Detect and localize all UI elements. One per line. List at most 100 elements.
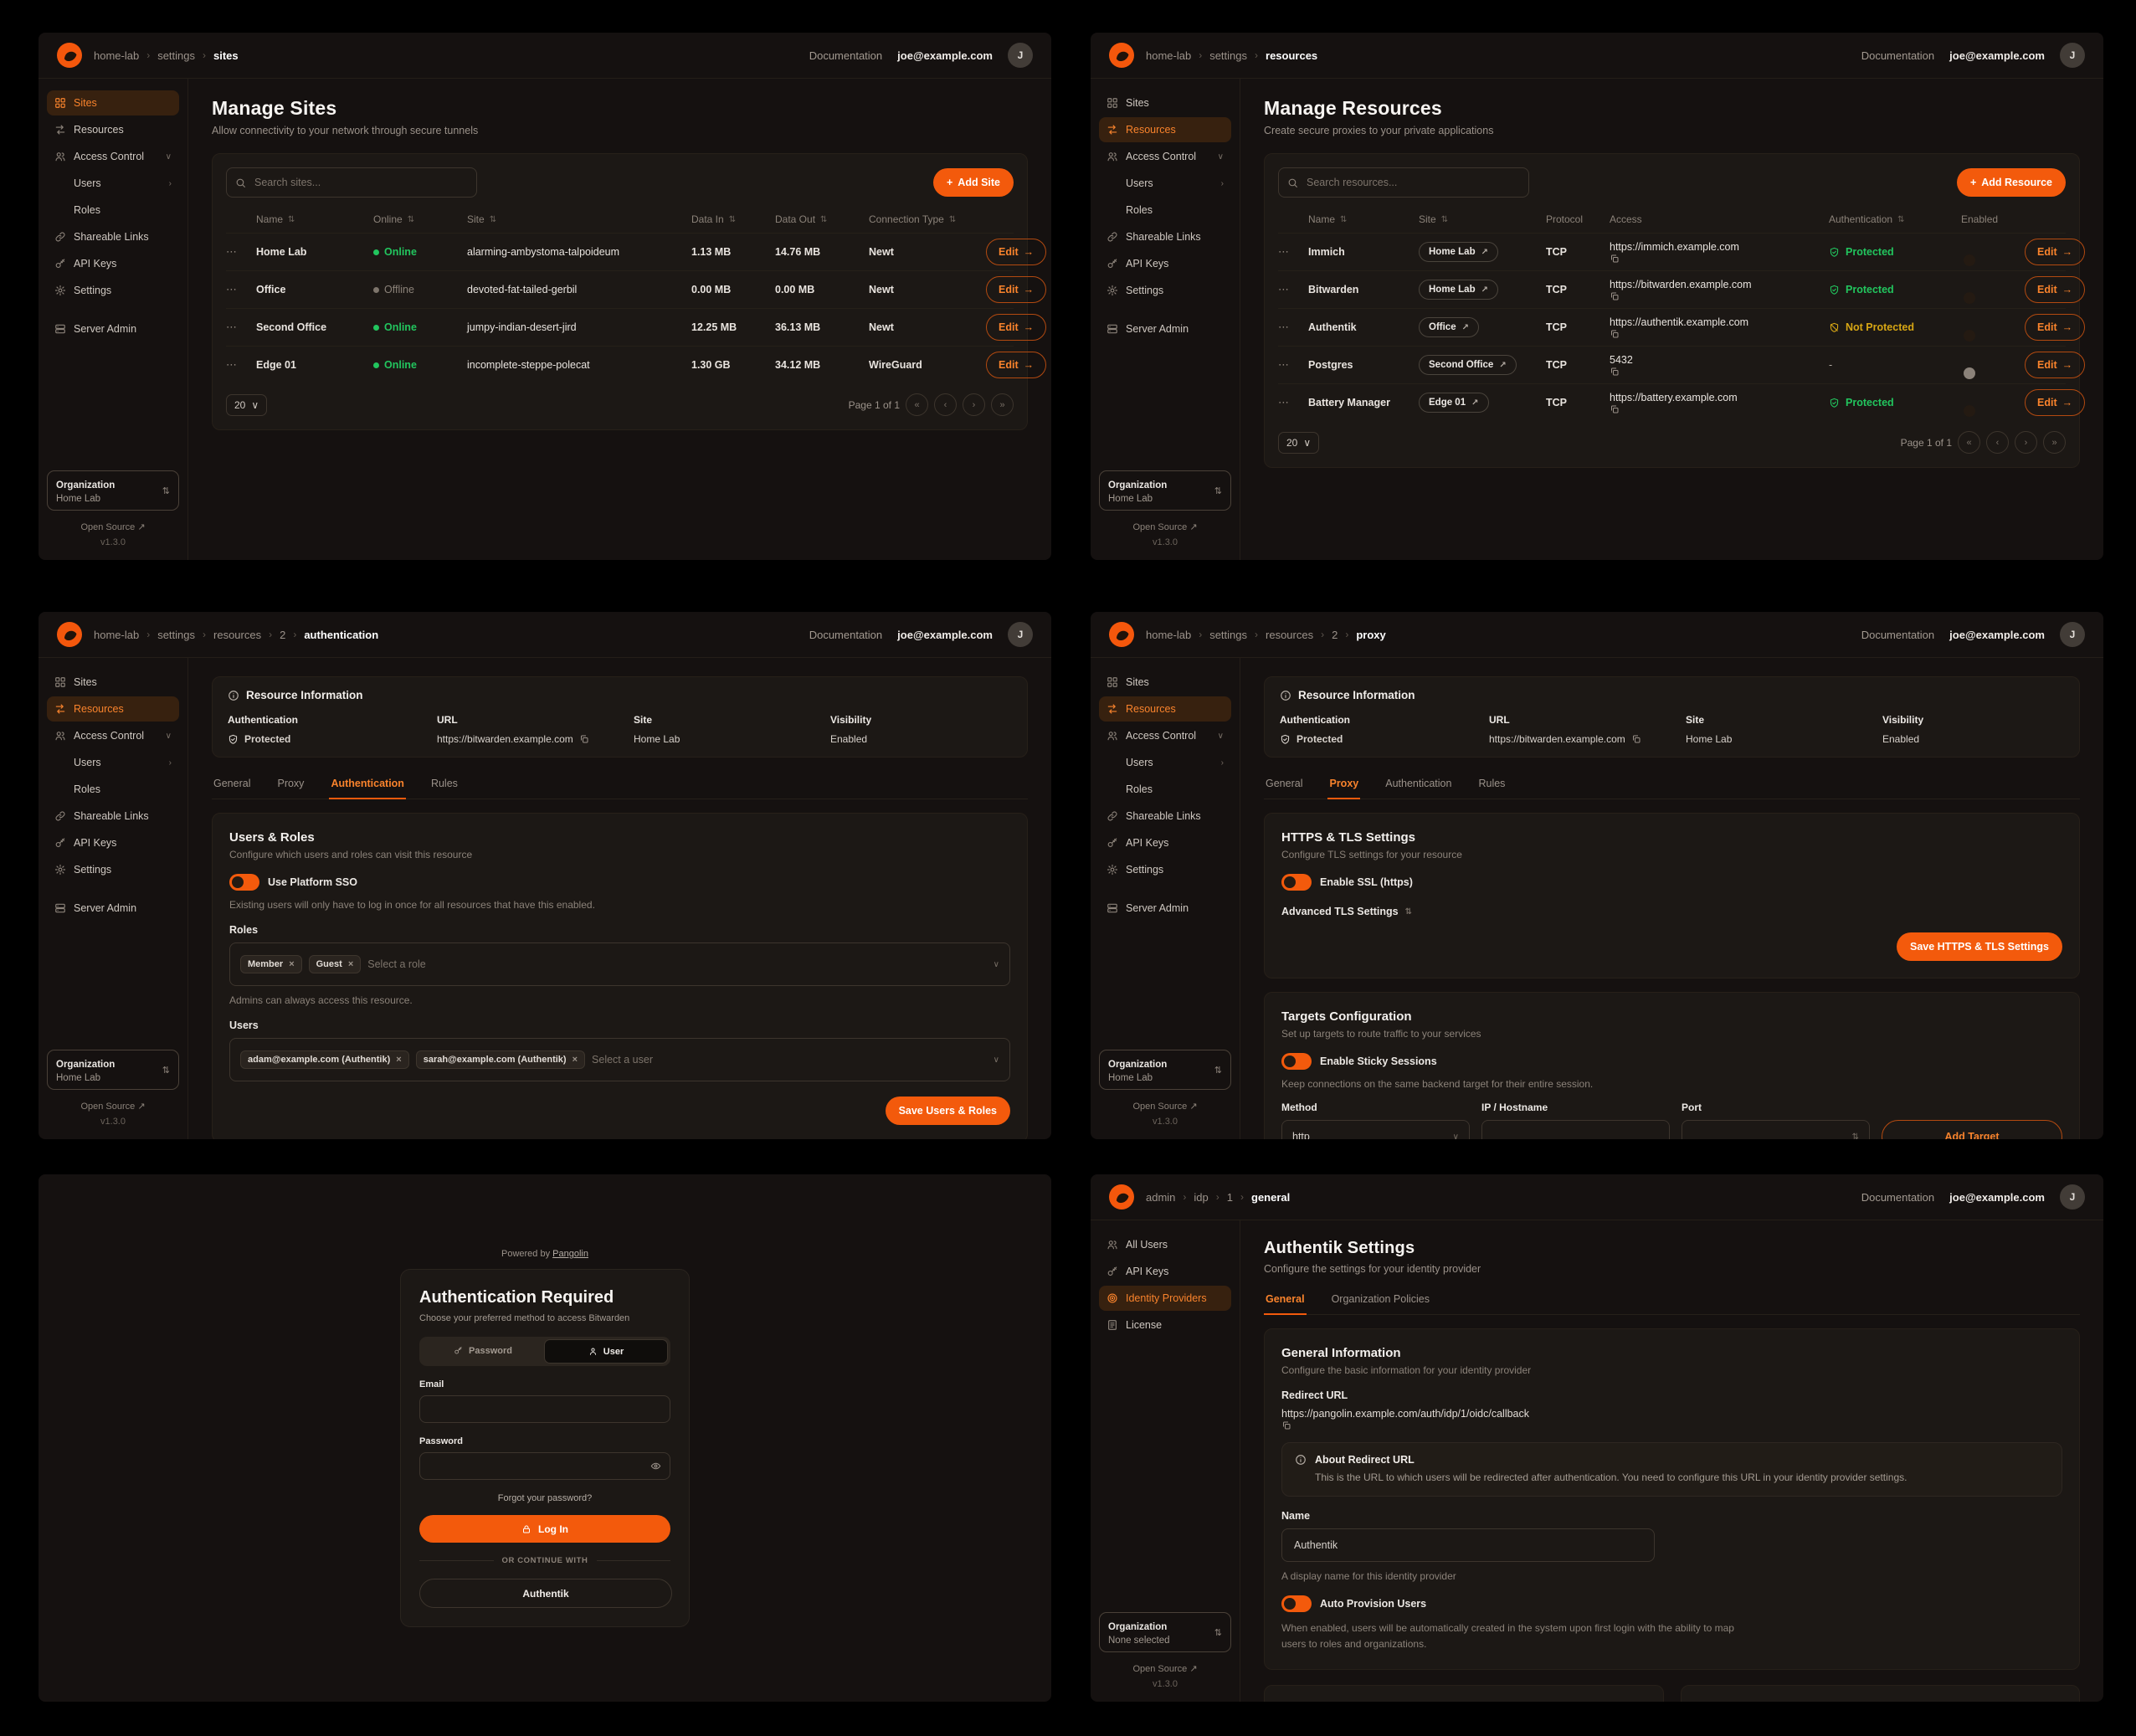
tab-password[interactable]: Password: [422, 1339, 544, 1362]
sidebar-item-roles[interactable]: Roles: [47, 777, 179, 802]
user-email[interactable]: joe@example.com: [897, 629, 993, 641]
org-selector[interactable]: OrganizationHome Lab ⇅: [1099, 1050, 1231, 1090]
col-enabled[interactable]: Enabled: [1961, 213, 2025, 225]
breadcrumb-item[interactable]: admin: [1146, 1191, 1175, 1204]
sidebar-item-roles[interactable]: Roles: [47, 198, 179, 223]
user-email[interactable]: joe@example.com: [1949, 49, 2045, 62]
breadcrumb-item[interactable]: home-lab: [94, 49, 139, 62]
sidebar-item-roles[interactable]: Roles: [1099, 198, 1231, 223]
user-email[interactable]: joe@example.com: [1949, 629, 2045, 641]
row-menu-button[interactable]: ⋯: [1278, 396, 1308, 409]
page-size-select[interactable]: 20∨: [226, 394, 267, 416]
sidebar-item-access-control[interactable]: Access Control∨: [47, 723, 179, 748]
authentik-sso-button[interactable]: Authentik: [419, 1579, 672, 1608]
tab-general[interactable]: General: [1264, 1287, 1307, 1315]
site-link-pill[interactable]: Office↗: [1419, 317, 1479, 337]
search-input[interactable]: [1305, 176, 1520, 189]
enable-ssl-toggle[interactable]: [1281, 874, 1312, 891]
copy-icon[interactable]: [1610, 404, 1829, 414]
breadcrumb-item[interactable]: home-lab: [1146, 629, 1191, 641]
save-users-roles-button[interactable]: Save Users & Roles: [886, 1097, 1010, 1125]
copy-icon[interactable]: [1610, 291, 1829, 301]
edit-button[interactable]: Edit→: [2025, 389, 2085, 416]
sidebar-item-server-admin[interactable]: Server Admin: [47, 316, 179, 342]
col-name[interactable]: Name⇅: [1308, 213, 1419, 225]
close-icon[interactable]: ×: [573, 1055, 578, 1065]
first-page-button[interactable]: «: [1958, 431, 1980, 454]
sidebar-item-settings[interactable]: Settings: [47, 278, 179, 303]
sidebar-item-users[interactable]: Users›: [47, 750, 179, 775]
role-chip[interactable]: Member×: [240, 955, 302, 973]
open-source-link[interactable]: Open Source ↗: [1099, 1101, 1231, 1112]
breadcrumb-item[interactable]: settings: [157, 49, 195, 62]
edit-button[interactable]: Edit→: [986, 314, 1046, 341]
sidebar-item-shareable-links[interactable]: Shareable Links: [1099, 224, 1231, 249]
sidebar-item-resources[interactable]: Resources: [1099, 117, 1231, 142]
sidebar-item-identity-providers[interactable]: Identity Providers: [1099, 1286, 1231, 1311]
close-icon[interactable]: ×: [289, 959, 294, 969]
next-page-button[interactable]: ›: [963, 393, 985, 416]
documentation-link[interactable]: Documentation: [1861, 629, 1934, 641]
sidebar-item-resources[interactable]: Resources: [47, 117, 179, 142]
avatar[interactable]: J: [2060, 622, 2085, 647]
user-chip[interactable]: sarah@example.com (Authentik)×: [416, 1050, 585, 1069]
pangolin-link[interactable]: Pangolin: [552, 1249, 588, 1259]
open-source-link[interactable]: Open Source ↗: [47, 521, 179, 532]
tab-general[interactable]: General: [212, 771, 252, 799]
tab-organization-policies[interactable]: Organization Policies: [1330, 1287, 1431, 1314]
copy-icon[interactable]: [1610, 254, 1829, 264]
row-menu-button[interactable]: ⋯: [226, 283, 256, 296]
breadcrumb-item[interactable]: home-lab: [94, 629, 139, 641]
next-page-button[interactable]: ›: [2015, 431, 2037, 454]
edit-button[interactable]: Edit→: [986, 276, 1046, 303]
sidebar-item-settings[interactable]: Settings: [1099, 857, 1231, 882]
row-menu-button[interactable]: ⋯: [1278, 245, 1308, 259]
sidebar-item-resources[interactable]: Resources: [1099, 696, 1231, 722]
tab-rules[interactable]: Rules: [1476, 771, 1507, 799]
close-icon[interactable]: ×: [348, 959, 353, 969]
breadcrumb-item[interactable]: 1: [1227, 1191, 1233, 1204]
add-resource-button[interactable]: +Add Resource: [1957, 168, 2066, 197]
col-access[interactable]: Access: [1610, 213, 1829, 225]
edit-button[interactable]: Edit→: [986, 352, 1046, 378]
port-input[interactable]: ⇅: [1682, 1120, 1870, 1139]
log-in-button[interactable]: Log In: [419, 1515, 670, 1543]
sidebar-item-resources[interactable]: Resources: [47, 696, 179, 722]
close-icon[interactable]: ×: [396, 1055, 401, 1065]
copy-icon[interactable]: [579, 734, 589, 744]
eye-icon[interactable]: [650, 1461, 661, 1471]
breadcrumb-item[interactable]: settings: [157, 629, 195, 641]
edit-button[interactable]: Edit→: [986, 239, 1046, 265]
org-selector[interactable]: OrganizationHome Lab ⇅: [47, 1050, 179, 1090]
row-menu-button[interactable]: ⋯: [226, 358, 256, 372]
documentation-link[interactable]: Documentation: [1861, 1191, 1934, 1204]
add-target-button[interactable]: Add Target: [1882, 1120, 2062, 1139]
site-link-pill[interactable]: Edge 01↗: [1419, 393, 1489, 413]
sidebar-item-api-keys[interactable]: API Keys: [47, 251, 179, 276]
sidebar-item-shareable-links[interactable]: Shareable Links: [47, 804, 179, 829]
sidebar-item-api-keys[interactable]: API Keys: [1099, 830, 1231, 855]
col-name[interactable]: Name⇅: [256, 213, 373, 225]
user-chip[interactable]: adam@example.com (Authentik)×: [240, 1050, 409, 1069]
sidebar-item-access-control[interactable]: Access Control∨: [1099, 723, 1231, 748]
user-email[interactable]: joe@example.com: [897, 49, 993, 62]
tab-rules[interactable]: Rules: [429, 771, 460, 799]
auto-provision-toggle[interactable]: [1281, 1595, 1312, 1612]
breadcrumb-item[interactable]: home-lab: [1146, 49, 1191, 62]
search-input[interactable]: [253, 176, 468, 189]
last-page-button[interactable]: »: [2043, 431, 2066, 454]
sidebar-item-access-control[interactable]: Access Control∨: [47, 144, 179, 169]
site-link-pill[interactable]: Second Office↗: [1419, 355, 1517, 375]
save-tls-button[interactable]: Save HTTPS & TLS Settings: [1897, 932, 2062, 961]
sidebar-item-server-admin[interactable]: Server Admin: [1099, 896, 1231, 921]
sidebar-item-users[interactable]: Users›: [1099, 750, 1231, 775]
col-site[interactable]: Site⇅: [467, 213, 691, 225]
avatar[interactable]: J: [1008, 43, 1033, 68]
row-menu-button[interactable]: ⋯: [226, 321, 256, 334]
copy-icon[interactable]: [1631, 734, 1641, 744]
method-select[interactable]: http∨: [1281, 1120, 1470, 1139]
forgot-password-link[interactable]: Forgot your password?: [419, 1493, 670, 1503]
sidebar-item-access-control[interactable]: Access Control∨: [1099, 144, 1231, 169]
col-protocol[interactable]: Protocol: [1546, 213, 1610, 225]
sidebar-item-roles[interactable]: Roles: [1099, 777, 1231, 802]
